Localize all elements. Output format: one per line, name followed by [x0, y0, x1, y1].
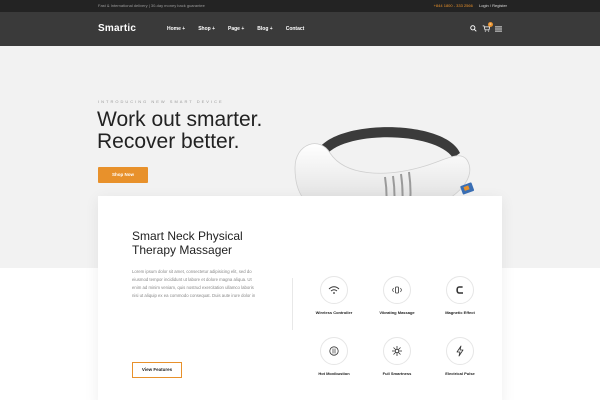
feature-label: Full Smartness: [382, 371, 412, 376]
hero-eyebrow: INTRODUCING NEW SMART DEVICE: [98, 99, 224, 104]
heat-icon: [320, 337, 348, 365]
main-nav: Smartic Home + Shop + Page + Blog + Cont…: [0, 12, 600, 46]
feature-label: Magnetic Effect: [445, 310, 475, 315]
feature-label: Wireless Controller: [315, 310, 353, 315]
feature-vibrating-massage: Vibrating Massage: [372, 276, 422, 315]
hero-headline: Work out smarter. Recover better.: [97, 109, 262, 153]
cart-badge: 0: [488, 22, 493, 27]
features-card: Smart Neck Physical Therapy Massager Lor…: [98, 196, 502, 400]
feature-label: Electrical Pulse: [445, 371, 475, 376]
nav-item-blog[interactable]: Blog +: [257, 26, 272, 32]
features-description: Lorem ipsum dolor sit amet, consectetur …: [132, 269, 256, 298]
nav-menu: Home + Shop + Page + Blog + Contact: [167, 26, 304, 32]
features-title: Smart Neck Physical Therapy Massager: [132, 229, 243, 257]
feature-label: Hot Moxibustion: [318, 371, 350, 376]
view-features-button[interactable]: View Features: [132, 362, 182, 378]
cart-icon[interactable]: 0: [482, 22, 493, 32]
feature-electrical-pulse: Electrical Pulse: [435, 337, 485, 376]
nav-item-home[interactable]: Home +: [167, 26, 185, 32]
menu-icon[interactable]: [495, 25, 502, 32]
feature-full-smartness: Full Smartness: [372, 337, 422, 376]
feature-hot-moxibustion: Hot Moxibustion: [309, 337, 359, 376]
nav-item-shop[interactable]: Shop +: [198, 26, 215, 32]
phone-number[interactable]: +844 1800 - 333 2566: [434, 3, 473, 8]
feature-magnetic-effect: Magnetic Effect: [435, 276, 485, 315]
spark-icon: [383, 337, 411, 365]
magnet-icon: [446, 276, 474, 304]
nav-icons: 0: [470, 22, 502, 32]
hero-headline-line2: Recover better.: [97, 130, 240, 153]
login-register-link[interactable]: Login / Register: [479, 3, 507, 8]
bolt-icon: [446, 337, 474, 365]
divider: [292, 278, 293, 330]
feature-label: Vibrating Massage: [379, 310, 415, 315]
logo[interactable]: Smartic: [98, 23, 136, 34]
wifi-icon: [320, 276, 348, 304]
nav-item-page[interactable]: Page +: [228, 26, 244, 32]
vibrate-icon: [383, 276, 411, 304]
top-bar: Fast & International delivery | 30-day m…: [0, 0, 600, 12]
search-icon[interactable]: [470, 25, 477, 32]
nav-item-contact[interactable]: Contact: [286, 26, 305, 32]
hero-headline-line1: Work out smarter.: [97, 108, 263, 131]
top-bar-right: +844 1800 - 333 2566 Login / Register: [434, 3, 507, 8]
feature-wireless-controller: Wireless Controller: [309, 276, 359, 315]
promo-text: Fast & International delivery | 30-day m…: [98, 3, 205, 8]
shop-now-button[interactable]: Shop Now: [98, 167, 148, 183]
